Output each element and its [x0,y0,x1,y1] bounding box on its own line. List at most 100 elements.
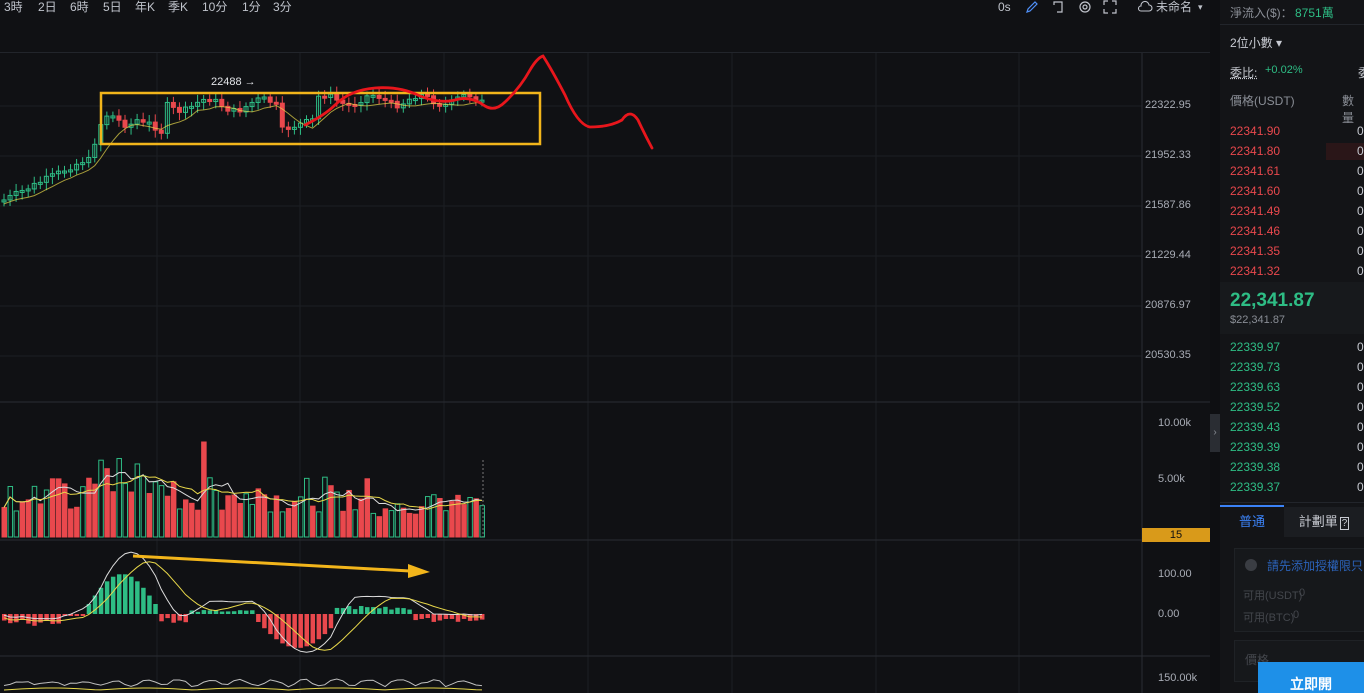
chevron-down-icon[interactable]: ▾ [1198,0,1203,14]
volume-bar [437,498,443,538]
interval-display[interactable]: 0s [998,0,1011,14]
settings-icon[interactable] [1078,0,1092,17]
net-inflow-value: 8751萬 [1295,6,1334,20]
submit-button[interactable]: 立即開 [1258,662,1364,693]
macd-histogram-bar [219,611,225,614]
bid-price[interactable]: 22339.63 [1230,377,1280,397]
volume-bar [382,508,389,538]
bid-price[interactable]: 22339.39 [1230,437,1280,457]
volume-bar [394,503,401,538]
volume-bar [122,483,128,538]
timeframe-3h[interactable]: 3時 [4,0,23,14]
panel-collapse-handle[interactable]: › [1210,414,1220,452]
volume-bar [291,500,298,538]
timeframe-6h[interactable]: 6時 [70,0,89,14]
layout-name[interactable]: 未命名 [1156,0,1192,14]
bid-qty: 0 [1357,360,1364,374]
order-form: 請先添加授權限只 可用(USDT) 0 可用(BTC) 0 [1234,548,1364,632]
volume-bar [98,459,104,538]
fullscreen-icon[interactable] [1103,0,1117,17]
chart-canvas[interactable] [0,0,1210,693]
macd-histogram-bar [38,614,43,623]
ask-price[interactable]: 22341.49 [1230,201,1280,221]
volume-bar [273,495,280,538]
volume-bar [86,477,92,538]
volume-bar [358,498,364,538]
pencil-icon[interactable] [1025,0,1039,17]
candle [370,94,376,98]
volume-bar [1,507,7,538]
macd-axis-label: 100.00 [1158,568,1192,580]
volume-bar [110,491,116,538]
volume-bar [412,513,419,538]
timeframe-quarter[interactable]: 季K [168,0,188,14]
ask-price[interactable]: 22341.35 [1230,241,1280,261]
bid-price[interactable]: 22339.37 [1230,477,1280,497]
snapshot-icon[interactable] [1052,0,1066,17]
avail-usdt-label: 可用(USDT) [1243,590,1303,602]
macd-histogram-bar [467,614,473,621]
radio-icon[interactable] [1245,559,1257,571]
macd-histogram-bar [44,614,49,621]
candle [225,105,231,112]
auth-prompt-link[interactable]: 請先添加授權限只 [1267,557,1363,574]
macd-histogram-bar [437,614,443,621]
macd-histogram-bar [68,614,74,616]
candle [110,115,116,119]
volume-bar [473,498,479,538]
volume-bar [37,503,44,538]
macd-histogram-bar [449,614,455,619]
bid-price[interactable]: 22339.73 [1230,357,1280,377]
volume-bar [7,486,14,538]
timeframe-year[interactable]: 年K [135,0,155,14]
candle [152,121,158,131]
candle [19,189,25,193]
decimals-value: 2位小數 [1230,36,1273,50]
cloud-icon[interactable] [1137,0,1153,17]
decimals-select[interactable]: 2位小數 ▾ [1230,34,1282,51]
volume-bar [158,485,165,538]
timeframe-1m[interactable]: 1分 [242,0,261,14]
candle [443,103,449,107]
avail-btc-label: 可用(BTC) [1243,612,1295,624]
candle [418,93,424,100]
macd-histogram-bar [159,614,164,622]
candle [134,119,140,125]
volume-bar [140,475,147,538]
bid-qty: 0 [1357,380,1364,394]
avail-btc-value: 0 [1293,609,1300,621]
macd-histogram-bar [377,608,382,614]
ask-price[interactable]: 22341.46 [1230,221,1280,241]
candle [49,173,55,177]
ask-price[interactable]: 22341.90 [1230,121,1280,141]
macd-histogram-bar [129,576,134,614]
candle [80,162,86,166]
tab-plan[interactable]: 計劃單? [1284,507,1364,537]
bid-qty: 0 [1357,460,1364,474]
ask-price[interactable]: 22341.61 [1230,161,1280,181]
bid-price[interactable]: 22339.97 [1230,337,1280,357]
bid-price[interactable]: 22339.38 [1230,457,1280,477]
macd-histogram-bar [274,614,279,640]
divider [1220,24,1364,25]
bid-price[interactable]: 22339.52 [1230,397,1280,417]
ask-price[interactable]: 22341.80 [1230,141,1280,161]
macd-histogram-bar [340,608,346,614]
timeframe-5d[interactable]: 5日 [103,0,122,14]
timeframe-10m[interactable]: 10分 [202,0,227,14]
tab-normal[interactable]: 普通 [1220,505,1284,539]
ask-price[interactable]: 22341.32 [1230,261,1280,281]
volume-bar [285,508,292,538]
price-axis-label: 21587.86 [1145,199,1191,211]
timeframe-3m[interactable]: 3分 [273,0,292,14]
volume-bar [164,495,171,538]
macd-histogram-bar [292,614,297,648]
chart-area[interactable]: 3時 2日 6時 5日 年K 季K 10分 1分 3分 0s 未命名 ▾ 223… [0,0,1210,693]
macd-histogram-bar [207,610,213,614]
volume-bar [213,490,219,538]
timeframe-2d[interactable]: 2日 [38,0,57,14]
volume-bar [55,478,62,538]
candle [376,94,382,99]
ask-price[interactable]: 22341.60 [1230,181,1280,201]
bid-price[interactable]: 22339.43 [1230,417,1280,437]
